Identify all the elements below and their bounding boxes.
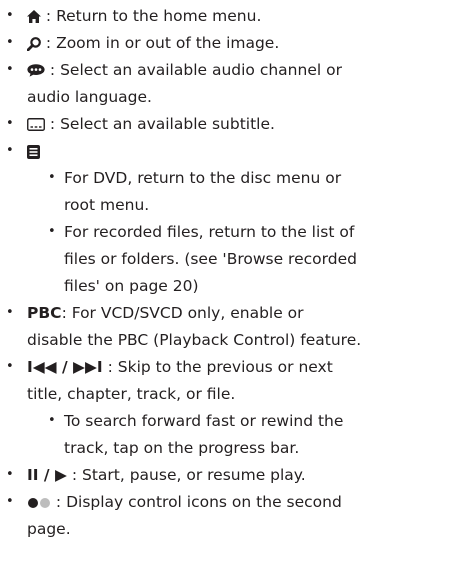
bullet: • [6,467,14,482]
pbc-item-label: : For VCD/SVCD only, enable or [61,304,304,322]
sub-bullet: • [48,170,56,185]
menu-sub2-line2: files or folders. (see 'Browse recorded [64,250,357,268]
pbc-item-line2: disable the PBC (Playback Control) featu… [27,331,362,349]
home-item: : Return to the home menu. [27,4,261,29]
page-item-line1: : Display control icons on the second [27,490,342,515]
subtitle-icon [27,118,45,131]
audio-item-line2: audio language. [27,88,152,106]
speech-bubble-icon [27,64,45,77]
pbc-item-line1: PBC: For VCD/SVCD only, enable or [27,301,304,326]
skip-item-line2: title, chapter, track, or file. [27,385,236,403]
sub-bullet: • [48,224,56,239]
pbc-key: PBC [27,304,62,322]
zoom-item-label: : Zoom in or out of the image. [41,34,280,52]
menu-sub1-line1: For DVD, return to the disc menu or [64,169,342,187]
play-pause-key: II / ▶ [27,466,67,484]
page-item-line2: page. [27,520,71,538]
play-item: II / ▶ : Start, pause, or resume play. [27,463,306,488]
bullet: • [6,8,14,23]
subtitle-item-label: : Select an available subtitle. [45,115,275,133]
page-item-label: : Display control icons on the second [51,493,342,511]
audio-item-line1: : Select an available audio channel or [27,58,342,83]
page-dots-icon [27,497,51,509]
play-item-label: : Start, pause, or resume play. [66,466,306,484]
skip-item-line1: I◀◀ / ▶▶I : Skip to the previous or next [27,355,333,380]
zoom-icon [27,36,41,51]
bullet: • [6,494,14,509]
menu-list-icon [27,144,40,159]
skip-item-label: : Skip to the previous or next [102,358,333,376]
bullet: • [6,305,14,320]
zoom-item: : Zoom in or out of the image. [27,31,279,56]
bullet: • [6,116,14,131]
bullet: • [6,143,14,158]
skip-key: I◀◀ / ▶▶I [27,358,103,376]
home-item-label: : Return to the home menu. [41,7,262,25]
menu-item [27,139,40,164]
bullet: • [6,62,14,77]
audio-item-label: : Select an available audio channel or [45,61,342,79]
home-icon [27,10,41,23]
manual-page: • : Return to the home menu. • : Zoom in… [0,0,473,587]
menu-sub2-line3: files' on page 20) [64,277,199,295]
menu-sub1-line2: root menu. [64,196,150,214]
bullet: • [6,359,14,374]
subtitle-item: : Select an available subtitle. [27,112,275,137]
skip-sub1-line1: To search forward fast or rewind the [64,412,344,430]
bullet: • [6,35,14,50]
menu-sub2-line1: For recorded files, return to the list o… [64,223,355,241]
skip-sub1-line2: track, tap on the progress bar. [64,439,300,457]
sub-bullet: • [48,413,56,428]
